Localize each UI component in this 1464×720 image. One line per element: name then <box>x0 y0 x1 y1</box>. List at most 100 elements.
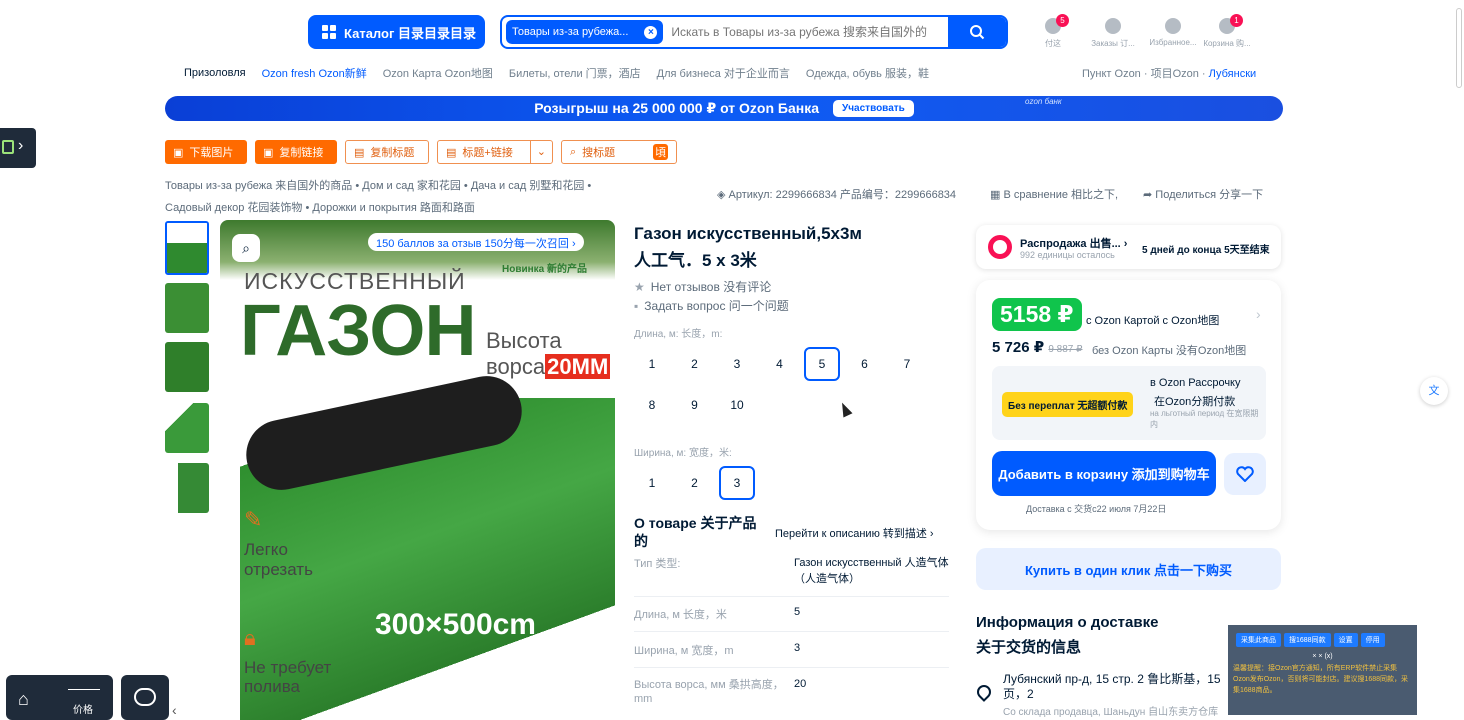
subnav-item-clothes[interactable]: Одежда, обувь 服装，鞋 <box>806 65 929 81</box>
subnav-item-fresh[interactable]: Ozon fresh Ozon新鲜 <box>262 65 367 81</box>
search-button[interactable] <box>948 17 1006 47</box>
subnav-item-prizes[interactable]: Призоловля <box>184 67 246 79</box>
option-10[interactable]: 10 <box>719 388 755 422</box>
ask-question-link[interactable]: ▪ Задать вопрос 问一个问题 <box>634 297 789 314</box>
download-images-button[interactable]: ▣ 下载图片 <box>165 140 247 164</box>
chevron-left-icon[interactable]: ‹ <box>172 702 177 718</box>
subnav-item-tickets[interactable]: Билеты, отели 门票，酒店 <box>509 65 641 81</box>
side-tool-tab[interactable]: › <box>0 128 36 168</box>
option-8[interactable]: 8 <box>634 388 670 422</box>
home-icon[interactable]: ⌂ <box>18 689 29 710</box>
search-chip-label: Товары из-за рубежа... <box>512 26 629 38</box>
thumbnail[interactable] <box>165 283 209 333</box>
thumbnail[interactable] <box>165 403 209 453</box>
option-3[interactable]: 3 <box>719 347 755 381</box>
option-6[interactable]: 6 <box>847 347 883 381</box>
favorite-button[interactable] <box>1224 453 1266 495</box>
image-search-icon[interactable]: ⌕ <box>232 234 260 262</box>
sale-box[interactable]: Распродажа 出售... › 992 единицы осталось … <box>976 225 1281 269</box>
breadcrumb-line[interactable]: Садовый декор 花园装饰物 • Дорожки и покрытия… <box>165 198 685 218</box>
chat-icon: ▪ <box>634 298 639 313</box>
promo-banner[interactable]: Розыгрыш на 25 000 000 ₽ от Ozon Банка У… <box>165 96 1283 121</box>
copy-title-button[interactable]: ▤ 复制标题 <box>345 140 429 164</box>
option-5[interactable]: 5 <box>804 347 840 381</box>
scrollbar[interactable] <box>1456 8 1462 88</box>
compare-icon: ▦ <box>990 189 1004 201</box>
thumbnail[interactable] <box>165 342 209 392</box>
copy-link-button[interactable]: ▣ 复制链接 <box>255 140 337 164</box>
copy-icon: ▤ <box>446 146 457 159</box>
article-text: Артикул: 2299666834 产品编号：2299666834 <box>728 189 957 201</box>
header-orders-pending[interactable]: 5 付这 <box>1023 14 1083 49</box>
box-icon <box>1105 18 1121 34</box>
old-price: 9 887 ₽ <box>1048 344 1083 355</box>
search-input[interactable] <box>671 25 952 39</box>
title-link-button[interactable]: ▤ 标题+链接 ⌄ <box>437 140 553 164</box>
search-icon: ⌕ <box>570 145 577 158</box>
thumbnail[interactable] <box>165 463 209 513</box>
spec-row: Высота ворса, мм 桑拱高度，mm 20 <box>634 678 949 710</box>
badge: 1 <box>1230 14 1243 27</box>
search-icon <box>970 25 985 40</box>
price-slider-icon[interactable] <box>68 689 100 690</box>
image-height-2: ворса <box>486 354 546 379</box>
buy-one-click-button[interactable]: Купить в один клик 点击一下购买 <box>976 548 1281 590</box>
option-4[interactable]: 4 <box>762 347 798 381</box>
thumbnail[interactable] <box>165 221 209 275</box>
option-1[interactable]: 1 <box>634 466 670 500</box>
option-9[interactable]: 9 <box>677 388 713 422</box>
header-orders[interactable]: Заказы 订... <box>1083 14 1143 49</box>
bottom-toolbar: ⌂ 价格 <box>6 675 113 720</box>
article-number[interactable]: ◈ Артикул: 2299666834 产品编号：2299666834 <box>717 186 956 202</box>
chevron-right-icon[interactable]: › <box>1256 306 1261 322</box>
plugin-popup: 采集此商品 搜1688同款 设置 停用 × × (x) 温馨提醒：接Ozon官方通知，… <box>1228 625 1417 715</box>
share-text: Поделиться 分享一下 <box>1155 189 1264 201</box>
sale-sub: 992 единицы осталось <box>1020 250 1115 260</box>
chat-widget[interactable] <box>121 675 169 720</box>
location-icon <box>974 682 994 702</box>
sale-icon <box>988 235 1012 259</box>
search-title-button[interactable]: ⌕ 搜标题 頃 <box>561 140 677 164</box>
go-to-description-link[interactable]: Перейти к описанию 转到描述 › <box>775 525 934 541</box>
bonus-badge[interactable]: 150 баллов за отзыв 150分每一次召回 › <box>368 233 584 251</box>
option-2[interactable]: 2 <box>677 347 713 381</box>
reviews-text: Нет отзывов 没有评论 <box>650 280 772 294</box>
translate-icon[interactable]: 文 <box>1420 377 1448 405</box>
share-link[interactable]: ➦ Поделиться 分享一下 <box>1143 186 1263 202</box>
copy-icon: ▤ <box>354 146 365 159</box>
banner-participate-button[interactable]: Участвовать <box>833 100 914 117</box>
option-7[interactable]: 7 <box>889 347 925 381</box>
pickup-point[interactable]: Пункт Ozon · 项目Ozon · Лубянски <box>1082 65 1256 81</box>
product-title: Газон искусственный,5х3м 人工气．5 x 3米 <box>634 220 934 274</box>
new-label: Новинка 新的产品 <box>502 264 588 275</box>
breadcrumb[interactable]: Товары из-за рубежа 来自国外的商品 • Дом и сад … <box>165 176 685 218</box>
chevron-down-icon[interactable]: ⌄ <box>529 141 552 163</box>
search-1688-button[interactable]: 搜1688同款 <box>1284 633 1331 647</box>
delivery-address[interactable]: Лубянский пр-д, 15 стр. 2 鲁比斯基，15页，2 <box>1003 672 1243 702</box>
header-cart[interactable]: 1 Корзина 购... <box>1197 14 1257 49</box>
option-3[interactable]: 3 <box>719 466 755 500</box>
collect-item-button[interactable]: 采集此商品 <box>1236 633 1281 647</box>
disable-button[interactable]: 停用 <box>1360 633 1385 647</box>
search-category-chip[interactable]: Товары из-за рубежа... × <box>506 20 664 44</box>
breadcrumb-line[interactable]: Товары из-за рубежа 来自国外的商品 • Дом и сад … <box>165 176 685 196</box>
chat-icon <box>134 688 156 706</box>
delivery-date: Доставка с 交货c22 июля 7月22日 <box>1026 504 1167 514</box>
catalog-button[interactable]: Каталог 目录目录目录 <box>308 15 485 49</box>
sub-navigation: Призоловля Ozon fresh Ozon新鲜 Ozon Карта … <box>184 65 929 81</box>
regular-price-label: без Ozon Карты 没有Ozon地图 <box>1092 345 1247 357</box>
compare-link[interactable]: ▦ В сравнение 相比之下, <box>990 186 1118 202</box>
subnav-item-card[interactable]: Ozon Карта Ozon地图 <box>383 65 493 81</box>
settings-button[interactable]: 设置 <box>1333 633 1358 647</box>
add-to-cart-button[interactable]: Добавить в корзину 添加到购物车 <box>992 451 1216 496</box>
subnav-item-business[interactable]: Для бизнеса 对于企业而言 <box>657 65 790 81</box>
option-2[interactable]: 2 <box>677 466 713 500</box>
plugin-close[interactable]: × × (x) <box>1233 653 1412 660</box>
feature-1b: отрезать <box>244 560 313 579</box>
header-icon-label: Избранное... <box>1149 38 1197 47</box>
reviews-link[interactable]: ★ Нет отзывов 没有评论 <box>634 278 771 295</box>
close-icon[interactable]: × <box>644 25 658 39</box>
product-main-image[interactable]: ⌕ 150 баллов за отзыв 150分每一次召回 › Новинк… <box>220 220 615 720</box>
header-favorites[interactable]: Избранное... <box>1143 14 1203 47</box>
option-1[interactable]: 1 <box>634 347 670 381</box>
